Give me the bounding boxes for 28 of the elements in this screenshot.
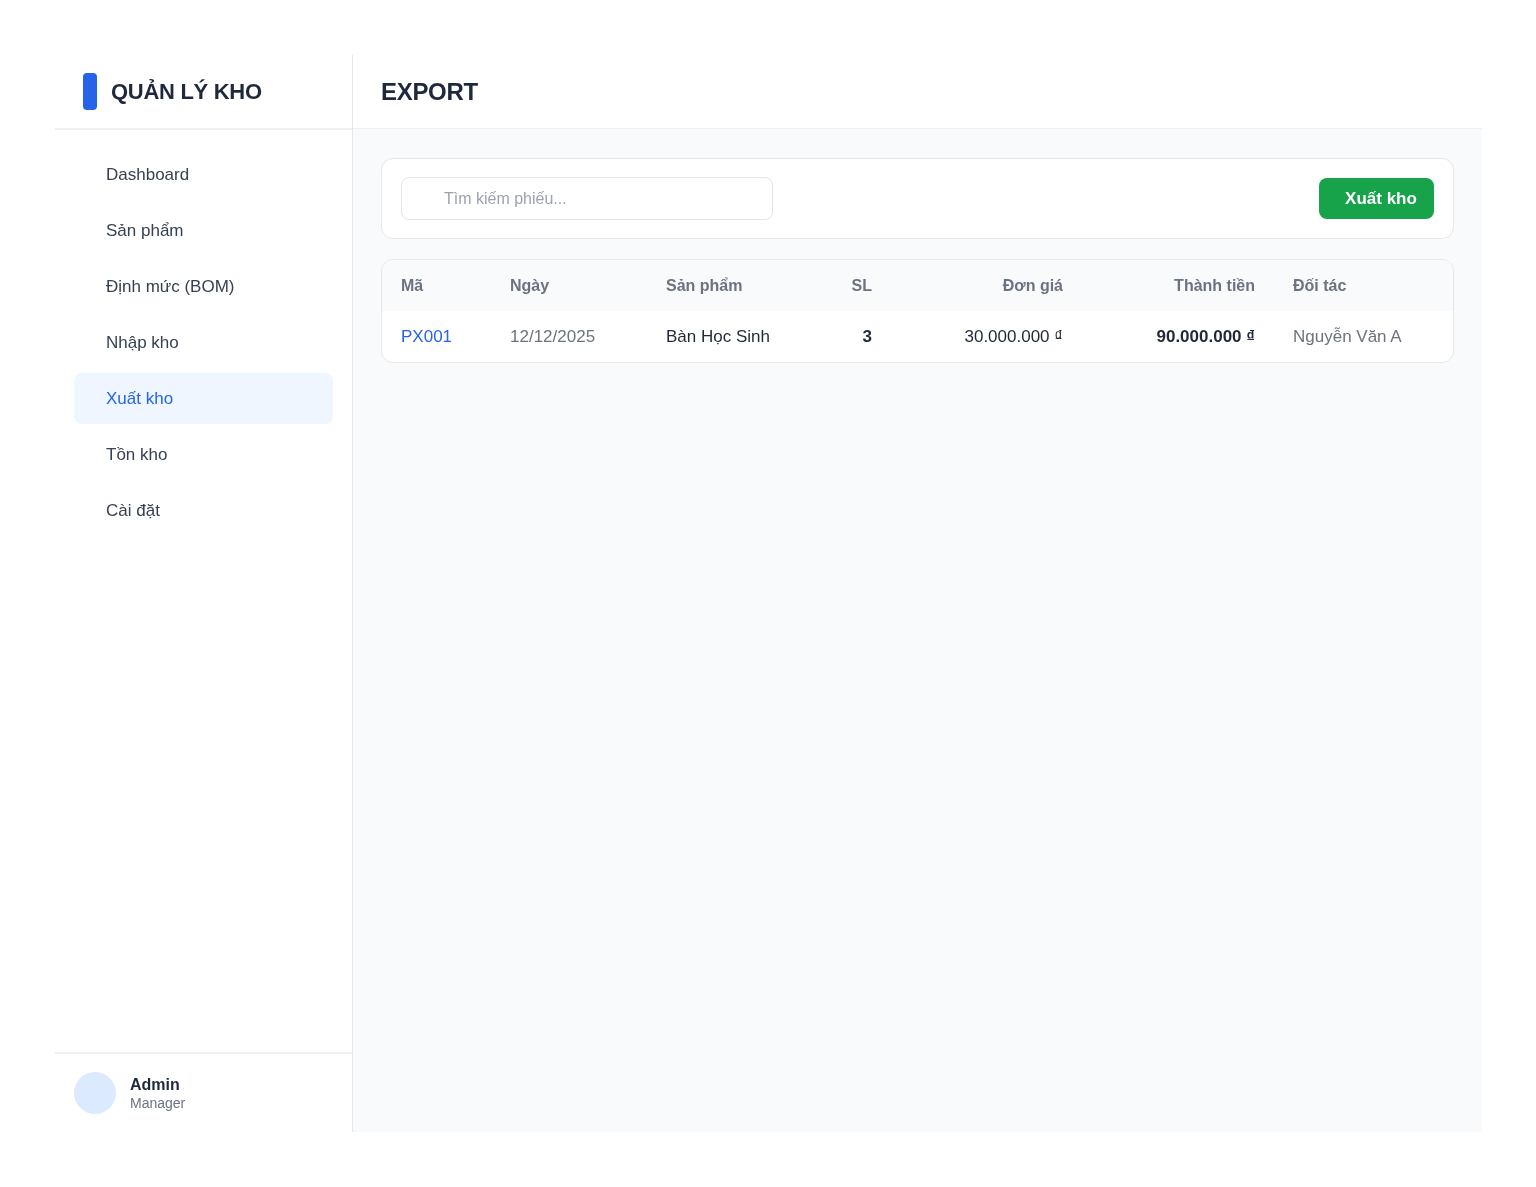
- sidebar-item[interactable]: Cài đặt: [74, 485, 333, 536]
- column-header: Đối tác: [1274, 260, 1453, 311]
- column-header: Thành tiền: [1082, 260, 1274, 311]
- column-header: SL: [807, 260, 891, 311]
- column-header: Mã: [382, 260, 491, 311]
- logo-icon: [83, 73, 97, 110]
- sidebar-item[interactable]: Nhập kho: [74, 317, 333, 368]
- table-cell: Nguyễn Văn A: [1274, 311, 1453, 362]
- column-header: Đơn giá: [891, 260, 1082, 311]
- avatar-icon: [74, 1072, 116, 1114]
- table-cell: 90.000.000 ₫: [1082, 311, 1274, 362]
- table-cell: 3: [807, 311, 891, 362]
- table-cell: 12/12/2025: [491, 311, 647, 362]
- table-cell: Bàn Học Sinh: [647, 311, 807, 362]
- sidebar-item[interactable]: Định mức (BOM): [74, 261, 333, 312]
- column-header: Sản phẩm: [647, 260, 807, 311]
- table-cell: 30.000.000 ₫: [891, 311, 1082, 362]
- sidebar-item[interactable]: Sản phẩm: [74, 205, 333, 256]
- column-header: Ngày: [491, 260, 647, 311]
- user-name: Admin: [130, 1075, 181, 1094]
- search-field[interactable]: Tìm kiếm phiếu...: [401, 177, 773, 220]
- sidebar-item[interactable]: Dashboard: [74, 149, 333, 200]
- user-role: Manager: [130, 1094, 186, 1111]
- sidebar-item[interactable]: Tồn kho: [74, 429, 333, 480]
- app-title: QUẢN LÝ KHO: [111, 78, 262, 105]
- page-title: EXPORT: [381, 77, 478, 106]
- code-link[interactable]: PX001: [401, 326, 453, 346]
- sidebar-item[interactable]: Xuất kho: [74, 373, 333, 424]
